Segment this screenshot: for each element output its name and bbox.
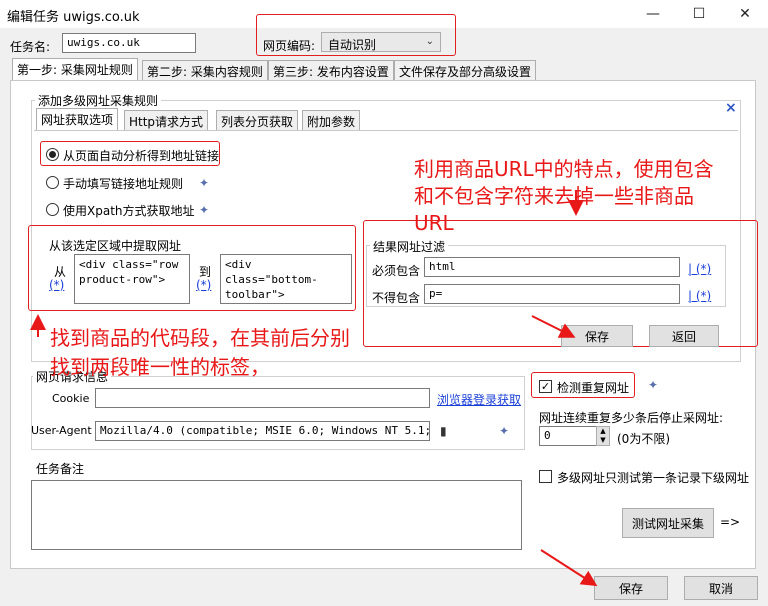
must-contain-label: 必须包含: [372, 264, 421, 278]
tab-list-paging[interactable]: 列表分页获取: [216, 110, 299, 130]
help-icon[interactable]: ✦: [196, 175, 212, 191]
annotation-left-line1: 找到商品的代码段，在其前后分别: [50, 326, 350, 350]
sub-tab-divider: [34, 130, 738, 131]
radio-manual-rule[interactable]: [46, 176, 59, 189]
filter-save-button[interactable]: 保存: [561, 325, 633, 347]
filter-title: 结果网址过滤: [370, 238, 449, 255]
stop-after-label: 网址连续重复多少条后停止采网址:: [539, 411, 724, 425]
dedupe-checkbox[interactable]: ✓: [539, 380, 552, 393]
test-url-button[interactable]: 测试网址采集: [622, 508, 714, 538]
annotation-right-line2: 和不包含字符来去掉一些非商品: [414, 184, 694, 208]
task-name-input[interactable]: uwigs.co.uk: [62, 33, 196, 53]
from-textarea[interactable]: <div class="row product-row">: [74, 254, 190, 304]
chevron-up-icon[interactable]: ▲: [600, 427, 605, 436]
annotation-left-line2: 找到两段唯一性的标签，: [50, 355, 270, 379]
user-agent-input[interactable]: Mozilla/4.0 (compatible; MSIE 6.0; Windo…: [95, 421, 430, 441]
stop-after-input[interactable]: 0: [539, 426, 597, 446]
to-textarea[interactable]: <div class="bottom- toolbar">: [220, 254, 352, 304]
main-tabs: 第一步: 采集网址规则 第二步: 采集内容规则 第三步: 发布内容设置 文件保存…: [12, 58, 537, 82]
close-icon[interactable]: ×: [725, 100, 737, 116]
encoding-select[interactable]: 自动识别 ⌄: [321, 32, 441, 52]
tab-extra-params[interactable]: 附加参数: [302, 110, 361, 130]
sub-tabs: 网址获取选项 Http请求方式 列表分页获取 附加参数: [36, 108, 376, 132]
option-manual-rule-label: 手动填写链接地址规则: [63, 177, 184, 191]
help-icon[interactable]: ✦: [645, 377, 661, 393]
must-contain-links[interactable]: | (*): [688, 262, 711, 276]
must-contain-input[interactable]: html: [424, 257, 680, 277]
not-contain-label: 不得包含: [372, 291, 421, 305]
from-link[interactable]: (*): [49, 278, 64, 292]
minimize-button[interactable]: —: [630, 0, 676, 28]
maximize-button[interactable]: ☐: [676, 0, 722, 28]
stop-after-stepper[interactable]: ▲ ▼: [596, 426, 610, 446]
test-first-label: 多级网址只测试第一条记录下级网址: [557, 471, 750, 485]
task-name-label: 任务名:: [10, 40, 51, 54]
footer-save-button[interactable]: 保存: [594, 576, 668, 600]
help-icon[interactable]: ✦: [496, 423, 512, 439]
encoding-label: 网页编码:: [263, 39, 316, 53]
window-title: 编辑任务 uwigs.co.uk: [7, 10, 140, 25]
chevron-down-icon: ⌄: [425, 36, 434, 47]
user-agent-label: User-Agent: [31, 424, 92, 437]
tab-step3[interactable]: 第三步: 发布内容设置: [268, 60, 394, 80]
test-arrow: =>: [720, 515, 741, 529]
test-first-checkbox[interactable]: [539, 470, 552, 483]
not-contain-input[interactable]: p=: [424, 284, 680, 304]
chevron-down-icon[interactable]: ▼: [600, 436, 605, 445]
filter-back-button[interactable]: 返回: [649, 325, 719, 347]
tab-step1[interactable]: 第一步: 采集网址规则: [12, 58, 138, 80]
extract-title: 从该选定区域中提取网址: [46, 237, 185, 254]
cookie-input[interactable]: [95, 388, 430, 408]
not-contain-links[interactable]: | (*): [688, 289, 711, 303]
multi-level-title: 添加多级网址采集规则: [35, 92, 162, 109]
to-link[interactable]: (*): [196, 278, 211, 292]
notes-textarea[interactable]: [31, 480, 522, 550]
stop-after-hint: (0为不限): [617, 432, 670, 446]
tab-file-save[interactable]: 文件保存及部分高级设置: [394, 60, 537, 80]
browser-login-link[interactable]: 浏览器登录获取: [437, 391, 521, 408]
bookmark-icon[interactable]: ▮: [440, 424, 447, 438]
tab-url-options[interactable]: 网址获取选项: [36, 108, 119, 130]
notes-title: 任务备注: [36, 462, 85, 476]
cookie-label: Cookie: [52, 392, 90, 405]
help-icon[interactable]: ✦: [196, 202, 212, 218]
option-xpath-label: 使用Xpath方式获取地址: [63, 204, 195, 218]
annotation-right-line1: 利用商品URL中的特点，使用包含: [414, 157, 714, 181]
radio-xpath[interactable]: [46, 203, 59, 216]
tab-step2[interactable]: 第二步: 采集内容规则: [142, 60, 268, 80]
encoding-value: 自动识别: [328, 38, 377, 52]
close-button[interactable]: ✕: [722, 0, 768, 28]
dedupe-label: 检测重复网址: [557, 381, 630, 395]
radio-auto-analyze[interactable]: [46, 148, 59, 161]
annotation-right-line3: URL: [414, 211, 454, 235]
option-auto-analyze-label: 从页面自动分析得到地址链接: [63, 149, 220, 163]
footer-cancel-button[interactable]: 取消: [684, 576, 758, 600]
tab-http-method[interactable]: Http请求方式: [124, 110, 209, 130]
